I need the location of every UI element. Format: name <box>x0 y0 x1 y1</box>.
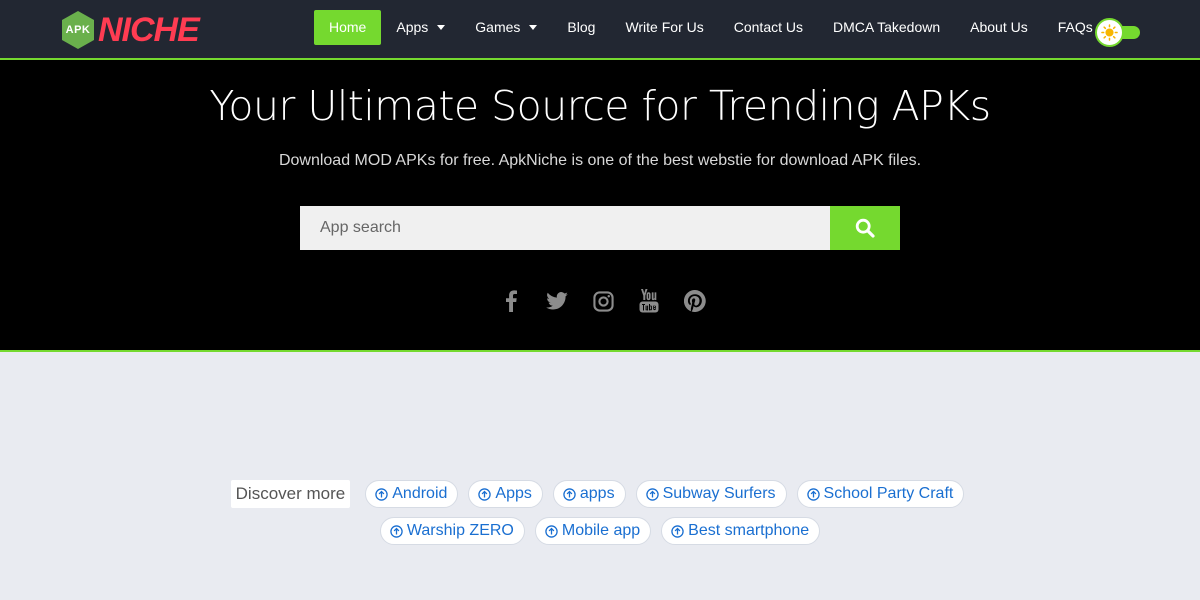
sun-icon <box>1101 24 1118 41</box>
nav-item-label: Apps <box>396 19 429 35</box>
nav-item-label: FAQs <box>1057 19 1093 35</box>
circle-arrow-icon <box>563 487 576 501</box>
site-logo[interactable]: APK NICHE <box>60 9 200 51</box>
nav-item-label: Write For Us <box>625 19 704 35</box>
nav-item-apps[interactable]: Apps <box>381 10 460 45</box>
hero-subtitle: Download MOD APKs for free. ApkNiche is … <box>278 152 922 169</box>
logo-wordmark: NICHE <box>98 11 200 49</box>
search-icon <box>855 218 875 238</box>
discover-chip-warship-zero[interactable]: Warship ZERO <box>379 517 525 545</box>
chip-label: Best smartphone <box>688 522 810 539</box>
chip-label: Warship ZERO <box>406 522 514 539</box>
nav-item-dmca-takedown[interactable]: DMCA Takedown <box>818 10 955 45</box>
search-input[interactable] <box>300 206 830 250</box>
nav-item-label: Contact Us <box>733 19 803 35</box>
circle-arrow-icon <box>645 487 659 501</box>
site-header: APK NICHE Home Apps Games Blog Write For… <box>0 0 1200 58</box>
circle-arrow-icon <box>478 487 492 501</box>
discover-chip-mobile-app[interactable]: Mobile app <box>534 517 652 545</box>
youtube-icon <box>639 289 659 313</box>
nav-item-label: Games <box>475 19 521 35</box>
twitter-icon <box>546 292 568 310</box>
discover-chip-school-party-craft[interactable]: School Party Craft <box>796 480 965 508</box>
chip-label: Mobile app <box>561 522 641 539</box>
hero-title: Your Ultimate Source for Trending APKs <box>209 82 991 130</box>
instagram-link[interactable] <box>588 286 618 316</box>
nav-item-blog[interactable]: Blog <box>552 10 610 45</box>
nav-item-about-us[interactable]: About Us <box>955 10 1043 45</box>
social-links <box>496 286 726 316</box>
discover-chip-apps[interactable]: Apps <box>468 480 543 508</box>
pinterest-link[interactable] <box>680 286 710 316</box>
main-nav: Home Apps Games Blog Write For Us Contac… <box>314 10 1108 45</box>
discover-row: Discover more Android Apps apps Subway S… <box>0 480 1200 508</box>
instagram-icon <box>592 290 614 312</box>
nav-item-label: DMCA Takedown <box>833 19 941 35</box>
logo-badge-text: APK <box>65 24 91 36</box>
nav-item-home[interactable]: Home <box>314 10 382 45</box>
circle-arrow-icon <box>390 524 403 538</box>
circle-arrow-icon <box>806 487 820 501</box>
logo-hexagon-icon: APK <box>60 10 96 50</box>
nav-item-label: About Us <box>970 19 1028 35</box>
circle-arrow-icon <box>375 487 388 501</box>
nav-item-label: Home <box>329 19 367 35</box>
facebook-icon <box>506 290 517 312</box>
nav-item-games[interactable]: Games <box>460 10 552 45</box>
search-bar <box>300 206 900 250</box>
twitter-link[interactable] <box>542 286 572 316</box>
discover-chip-best-smartphone[interactable]: Best smartphone <box>661 517 821 545</box>
discover-chip-apps-lowercase[interactable]: apps <box>552 480 626 508</box>
discover-row: Warship ZERO Mobile app Best smartphone <box>0 517 1200 545</box>
circle-arrow-icon <box>545 524 558 538</box>
chevron-down-icon <box>437 25 446 30</box>
pinterest-icon <box>684 290 706 312</box>
hero-section: Your Ultimate Source for Trending APKs D… <box>0 58 1200 352</box>
chip-label: apps <box>579 485 615 502</box>
chip-label: School Party Craft <box>823 485 954 502</box>
search-button[interactable] <box>830 206 900 250</box>
circle-arrow-icon <box>671 524 684 538</box>
chevron-down-icon <box>529 25 538 30</box>
nav-item-label: Blog <box>567 19 596 35</box>
discover-more-section: Discover more Android Apps apps Subway S… <box>0 480 1200 545</box>
chip-label: Apps <box>495 485 532 502</box>
discover-chip-android[interactable]: Android <box>365 480 459 508</box>
chip-label: Subway Surfers <box>662 485 776 502</box>
nav-item-contact-us[interactable]: Contact Us <box>719 10 818 45</box>
chip-label: Android <box>392 485 448 502</box>
nav-item-write-for-us[interactable]: Write For Us <box>610 10 718 45</box>
youtube-link[interactable] <box>634 286 664 316</box>
discover-chip-subway-surfers[interactable]: Subway Surfers <box>635 480 787 508</box>
facebook-link[interactable] <box>496 286 526 316</box>
theme-toggle[interactable] <box>1095 18 1141 48</box>
toggle-knob <box>1095 18 1124 47</box>
discover-more-label: Discover more <box>230 480 351 508</box>
